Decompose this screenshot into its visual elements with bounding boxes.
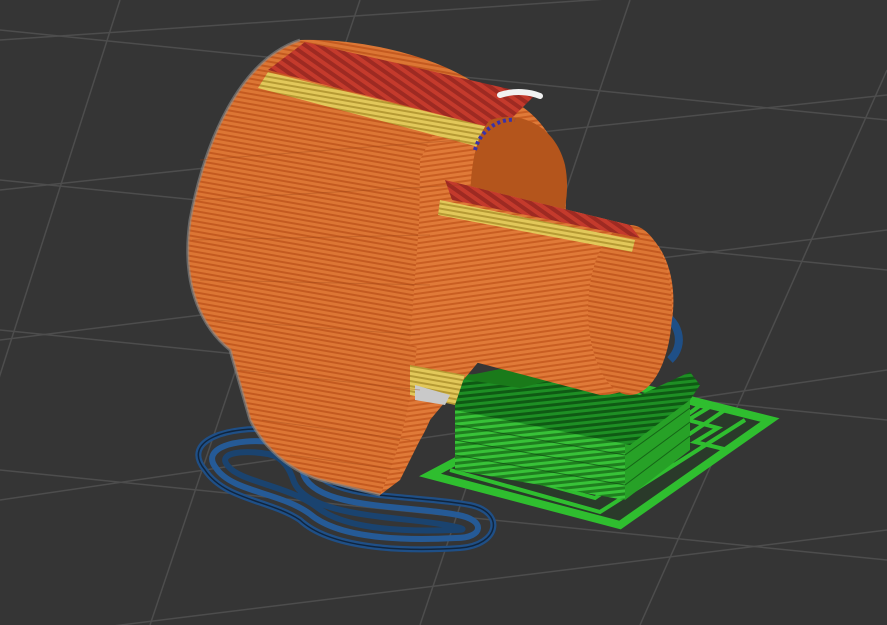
toolpath-preview-canvas[interactable] (0, 0, 887, 625)
3d-preview-viewport[interactable] (0, 0, 887, 625)
